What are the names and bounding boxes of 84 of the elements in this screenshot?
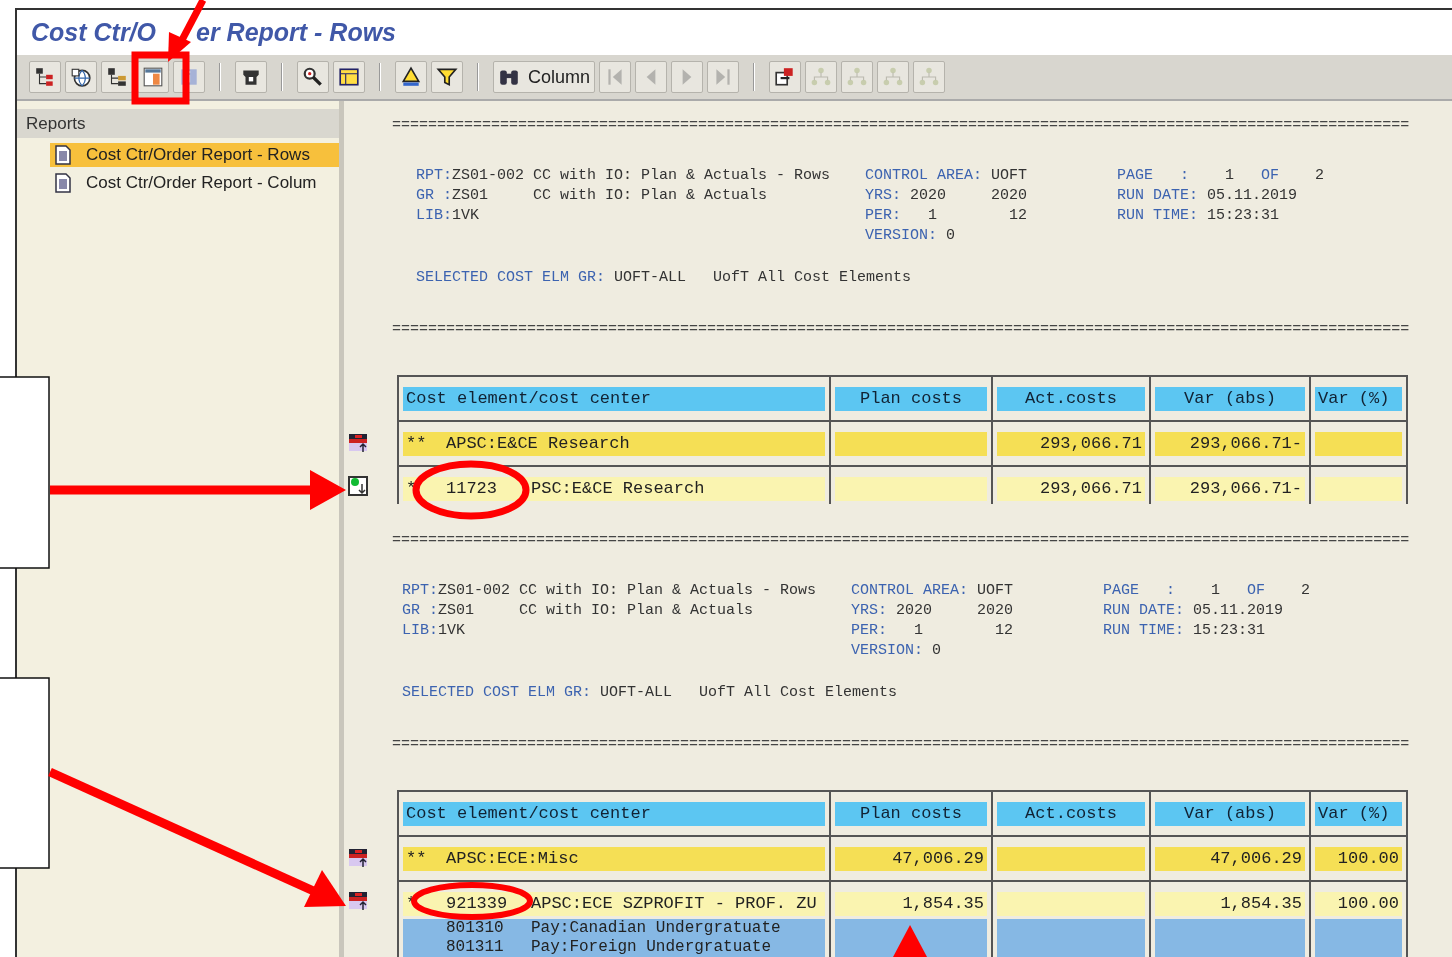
node-tree-icon [846,66,869,88]
document-icon [54,173,72,193]
node-tree-icon [810,66,833,88]
amount-cell: 1,854.35 [1155,892,1305,916]
report-header-line: RUN DATE: 05.11.2019 [1103,601,1285,621]
report-header-line: LIB:1VK [402,621,467,641]
separator-line: ================================================================================================================= [392,735,1411,755]
report-header-line: GR :ZS01 CC with IO: Plan & Actuals [402,601,755,621]
toolbar-button[interactable] [65,61,97,93]
amount-cell: 293,066.71 [997,477,1145,501]
toolbar-button[interactable] [395,61,427,93]
amount-cell: 1,854.35 [835,892,987,916]
report-header-line: LIB:1VK [416,206,481,226]
separator-line: ================================================================================================================= [392,320,1411,340]
layout-icon [142,66,164,88]
row-label-cell: 801310 Pay:Canadian Undergratuate [403,919,825,938]
report-header-line: RPT:ZS01-002 CC with IO: Plan & Actuals - Rows [402,581,818,601]
toolbar-button[interactable] [101,61,133,93]
toolbar-button[interactable] [297,61,329,93]
report-item[interactable]: Cost Ctr/Order Report - Colum [50,171,339,195]
highlight-frame [131,51,190,105]
report-header-line: VERSION: 0 [865,226,957,246]
window-title: er Report - Rows [196,18,397,47]
org-chart-icon [106,66,128,88]
column-header[interactable]: Cost element/cost center [403,387,825,411]
report-header-line: RUN DATE: 05.11.2019 [1117,186,1299,206]
amount-cell: 293,066.71- [1155,477,1305,501]
column-header[interactable]: Act.costs [997,802,1145,826]
sidebar-header: Reports [17,109,339,138]
report-header-line: CONTROL AREA: UOFT [865,166,1029,186]
report-header-line: YRS: 2020 2020 [865,186,1029,206]
report-header-line: CONTROL AREA: UOFT [851,581,1015,601]
report-header-line: RPT:ZS01-002 CC with IO: Plan & Actuals - Rows [416,166,832,186]
node-tree-icon [918,66,941,88]
sort-icon [400,66,422,88]
column-header[interactable]: Plan costs [835,802,987,826]
column-button[interactable]: Column [493,61,596,93]
amount-cell: 100.00 [1315,892,1402,916]
selection-line: SELECTED COST ELM GR: UOFT-ALL UofT All Cost Elements [402,683,899,703]
separator-line: ================================================================================================================= [392,531,1411,551]
row-label-cell: 801311 Pay:Foreign Undergratuate [403,938,825,957]
selection-line: SELECTED COST ELM GR: UOFT-ALL UofT All Cost Elements [416,268,913,288]
column-header[interactable]: Act.costs [997,387,1145,411]
report-header-line: RUN TIME: 15:23:31 [1117,206,1281,226]
toolbar-button[interactable] [235,61,267,93]
report-header-line: PAGE : 1 OF 2 [1117,166,1325,186]
report-item[interactable]: Cost Ctr/Order Report - Rows [50,143,339,167]
zoom-pointer-icon [302,66,324,88]
filter-icon [436,66,458,88]
toolbar-button[interactable] [769,61,802,93]
toolbar-button[interactable] [333,61,365,93]
info-icon [178,66,200,88]
amount-cell: 47,006.29 [1155,847,1305,871]
report-header-line: RUN TIME: 15:23:31 [1103,621,1267,641]
toolbar-button[interactable] [431,61,463,93]
report-header-line: PAGE : 1 OF 2 [1103,581,1311,601]
row-label-cell: ** APSC:ECE:Misc [403,847,825,871]
column-header[interactable]: Plan costs [835,387,987,411]
node-tree-icon [882,66,905,88]
column-header[interactable]: Cost element/cost center [403,802,825,826]
drilldown-icon[interactable] [347,473,371,498]
report-header-line: YRS: 2020 2020 [851,601,1015,621]
hierarchy-icon [34,66,56,88]
row-label-cell: * 11723 PSC:E&CE Research [403,477,825,501]
column-header[interactable]: Var (%) [1315,802,1402,826]
row-label-cell: ** APSC:E&CE Research [403,432,825,456]
column-header[interactable]: Var (abs) [1155,802,1305,826]
separator-line: ================================================================================================================= [392,116,1411,136]
amount-cell: 293,066.71- [1155,432,1305,456]
amount-cell: 47,006.29 [835,847,987,871]
window-title: Cost Ctr/O [31,18,156,47]
report-header-line: PER: 1 12 [865,206,1029,226]
amount-cell: 293,066.71 [997,432,1145,456]
globe-icon [70,66,92,88]
document-icon [54,145,72,165]
table-icon [338,66,360,88]
report-header-line: VERSION: 0 [851,641,943,661]
report-header-line: GR :ZS01 CC with IO: Plan & Actuals [416,186,769,206]
toolbar-button[interactable] [29,61,61,93]
amount-cell: 100.00 [1315,847,1402,871]
column-header[interactable]: Var (abs) [1155,387,1305,411]
annotation-arrow [893,925,927,957]
report-header-line: PER: 1 12 [851,621,1015,641]
column-header[interactable]: Var (%) [1315,387,1402,411]
